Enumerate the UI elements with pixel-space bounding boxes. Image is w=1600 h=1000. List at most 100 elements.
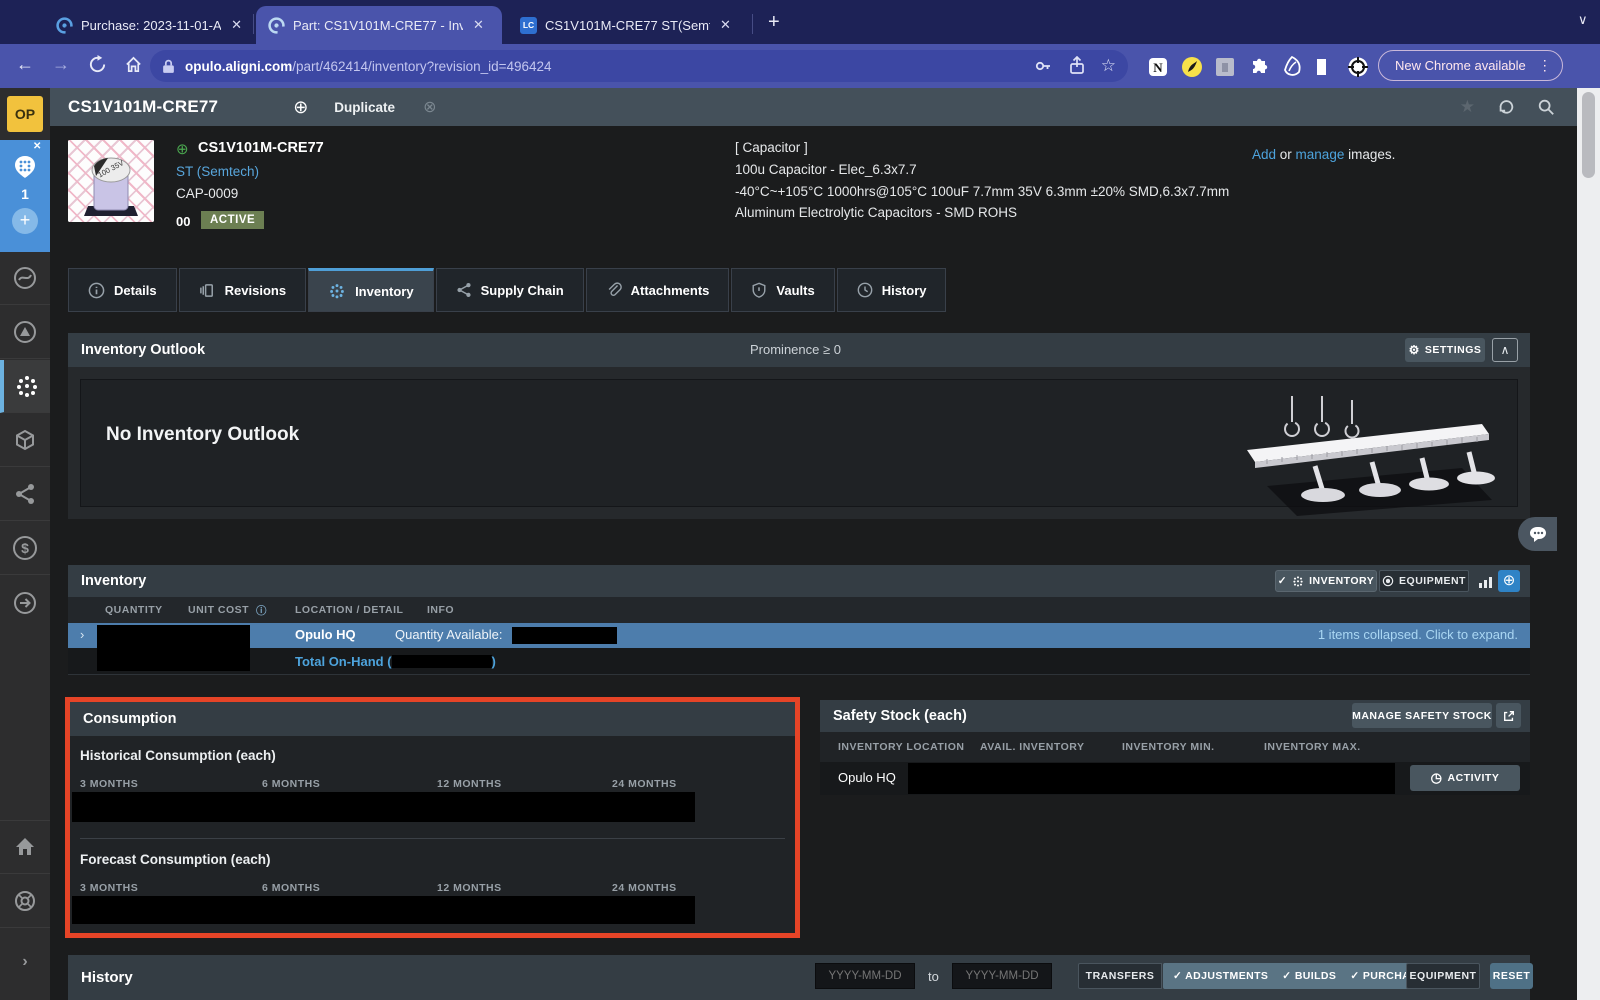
update-chrome-label: New Chrome available (1395, 58, 1526, 73)
forward-button[interactable]: → (48, 54, 74, 75)
sidebar-item-dashboard[interactable] (0, 252, 50, 305)
sidebar-item-purchasing[interactable]: $ (0, 522, 50, 575)
sidebar-item-home[interactable] (0, 821, 50, 874)
equipment-toggle-button[interactable]: EQUIPMENT (1379, 570, 1469, 592)
reset-button[interactable]: RESET (1490, 963, 1533, 989)
tab-close-icon[interactable]: ✕ (231, 17, 242, 33)
extensions-puzzle-icon[interactable] (1247, 56, 1269, 78)
browser-tab-lcsc[interactable]: LC CS1V101M-CRE77 ST(Semtec ✕ (508, 6, 748, 44)
notion-extension-icon[interactable]: N (1147, 56, 1169, 78)
new-tab-button[interactable]: + (768, 10, 780, 34)
target-extension-icon[interactable] (1347, 56, 1369, 78)
tab-details[interactable]: Details (68, 268, 177, 312)
location-name: Opulo HQ (295, 627, 356, 642)
tab-search-chevron-icon[interactable]: ∨ (1578, 12, 1588, 28)
dismiss-circle-icon[interactable]: ⊗ (423, 97, 436, 117)
update-chrome-button[interactable]: New Chrome available ⋮ (1378, 50, 1563, 81)
inventory-toggle-label: INVENTORY (1309, 575, 1374, 587)
share-icon[interactable] (1067, 56, 1087, 76)
manage-safety-stock-button[interactable]: MANAGE SAFETY STOCK (1352, 703, 1492, 728)
gray-extension-icon[interactable] (1214, 56, 1236, 78)
history-date-to-input[interactable] (952, 963, 1052, 989)
tab-supply-chain[interactable]: Supply Chain (436, 268, 584, 312)
sidebar-item-transfers[interactable] (0, 576, 50, 629)
back-button[interactable]: ← (12, 54, 38, 75)
browser-tab-part-active[interactable]: Part: CS1V101M-CRE77 - Inve ✕ (256, 6, 502, 44)
external-link-icon (1503, 710, 1515, 722)
filter-transfers-button[interactable]: TRANSFERS (1078, 963, 1162, 989)
add-part-icon[interactable]: ⊕ (293, 97, 308, 118)
add-image-link[interactable]: Add (1252, 147, 1276, 162)
sidebar-item-vendors[interactable] (0, 306, 50, 359)
sidebar-item-parts[interactable] (0, 360, 50, 413)
filter-adjustments-button[interactable]: ✓ ADJUSTMENTS (1173, 970, 1268, 982)
outlook-settings-button[interactable]: ⚙ SETTINGS (1405, 338, 1485, 362)
safety-stock-external-link-button[interactable] (1496, 703, 1521, 728)
inventory-dots-icon (1292, 575, 1304, 587)
part-manufacturer-link[interactable]: ST (Semtech) (176, 164, 259, 179)
outlook-collapse-button[interactable]: ∧ (1492, 338, 1518, 362)
column-inventory-max: INVENTORY MAX. (1264, 741, 1361, 753)
workspace-avatar[interactable]: OP (7, 96, 43, 132)
tab-title: Part: CS1V101M-CRE77 - Inve (293, 18, 463, 33)
refresh-history-icon[interactable] (1497, 98, 1515, 116)
scrollbar-thumb[interactable] (1582, 92, 1595, 178)
browser-tab-purchase[interactable]: Purchase: 2023-11-01-A ✕ (44, 6, 252, 44)
filter-builds-button[interactable]: ✓ BUILDS (1282, 970, 1336, 982)
pinned-add-button[interactable]: + (12, 208, 38, 234)
pinned-part-icon[interactable] (14, 155, 36, 179)
favorite-star-icon[interactable]: ★ (1460, 97, 1475, 117)
tab-revisions[interactable]: Revisions (179, 268, 306, 312)
part-revision: 00 (176, 214, 190, 229)
expand-chevron-icon[interactable]: › (80, 627, 84, 642)
part-tab-bar: Details Revisions Inventory Supply Chain… (68, 268, 946, 312)
gear-icon: ⚙ (1409, 343, 1420, 357)
duplicate-button[interactable]: Duplicate (334, 100, 395, 115)
bookmark-star-icon[interactable]: ☆ (1101, 56, 1116, 76)
manage-images-link[interactable]: manage (1296, 147, 1345, 162)
dashboard-icon (13, 266, 37, 290)
parts-dots-icon (14, 373, 40, 399)
sidepanel-extension-icon[interactable] (1314, 56, 1336, 78)
inventory-location-row[interactable]: › Opulo HQ Quantity Available: 1 items c… (68, 623, 1530, 648)
prominence-filter: Prominence ≥ 0 (750, 342, 841, 357)
url-bar[interactable]: opulo.aligni.com/part/462414/inventory?r… (150, 50, 1128, 82)
chat-help-button[interactable] (1518, 517, 1557, 551)
inventory-toggle-button[interactable]: ✓ INVENTORY (1275, 570, 1377, 592)
part-image[interactable]: 100 35V (68, 140, 154, 222)
tab-vaults[interactable]: Vaults (731, 268, 834, 312)
part-add-icon[interactable]: ⊕ (176, 140, 189, 158)
tab-close-icon[interactable]: ✕ (473, 17, 484, 33)
tab-attachments[interactable]: Attachments (586, 268, 730, 312)
password-key-icon[interactable] (1033, 56, 1053, 76)
sidebar-item-inventory[interactable] (0, 414, 50, 467)
inventory-chart-button[interactable] (1474, 570, 1496, 592)
safety-stock-row: Opulo HQ ◷ ACTIVITY (820, 762, 1530, 795)
unit-cost-info-icon[interactable]: ⓘ (256, 603, 267, 618)
history-title: History (81, 969, 133, 986)
activity-button[interactable]: ◷ ACTIVITY (1410, 765, 1520, 791)
sidebar-collapse-chevron-icon[interactable]: › (0, 935, 50, 988)
arrow-right-circle-icon (13, 591, 37, 615)
collapsed-note[interactable]: 1 items collapsed. Click to expand. (1318, 627, 1518, 642)
tab-inventory-active[interactable]: Inventory (308, 268, 434, 312)
home-button[interactable] (120, 54, 146, 75)
scrollbar-track[interactable] (1577, 88, 1600, 1000)
filter-equipment-button[interactable]: EQUIPMENT (1406, 963, 1480, 989)
leaf-extension-icon[interactable] (1281, 56, 1303, 78)
yellow-extension-icon[interactable] (1181, 56, 1203, 78)
reload-button[interactable] (84, 54, 110, 75)
tab-history[interactable]: History (837, 268, 947, 312)
filter-label: EQUIPMENT (1410, 970, 1477, 982)
history-date-from-input[interactable] (815, 963, 915, 989)
sidebar-item-help[interactable] (0, 875, 50, 928)
dollar-icon: $ (13, 536, 37, 560)
pinned-close-icon[interactable]: ✕ (33, 141, 41, 152)
outlook-empty-text: No Inventory Outlook (106, 424, 299, 446)
search-icon[interactable] (1537, 98, 1555, 116)
safety-location-name: Opulo HQ (838, 770, 896, 785)
tab-close-icon[interactable]: ✕ (720, 17, 731, 33)
sidebar-item-supply-chain[interactable] (0, 468, 50, 521)
add-inventory-button[interactable]: ⊕ (1498, 570, 1520, 592)
chrome-menu-icon[interactable]: ⋮ (1538, 57, 1552, 74)
